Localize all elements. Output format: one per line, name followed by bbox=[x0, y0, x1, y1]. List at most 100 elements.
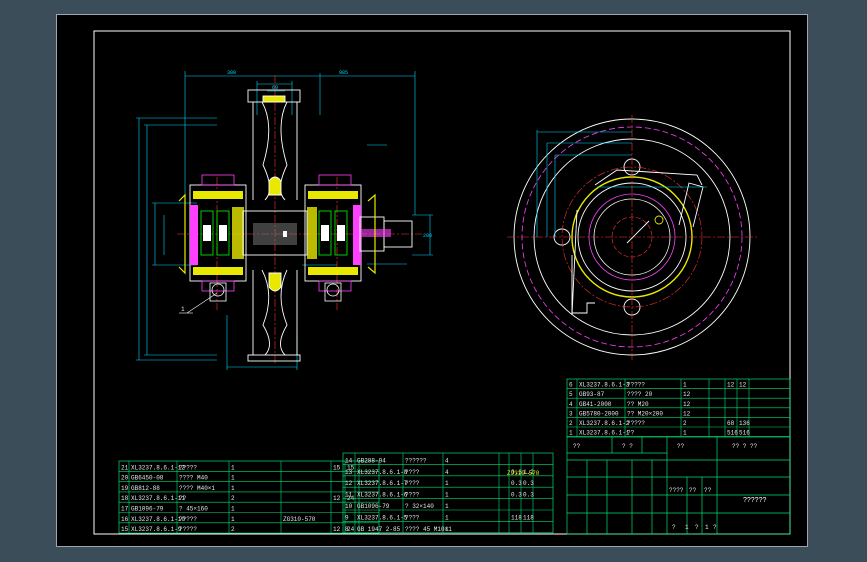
bom-cell-no: 15 bbox=[121, 526, 129, 533]
bom-table-right[interactable]: 6 XL3237.8.6.1-3????? 1 12 125 GB93-87???? 20… bbox=[566, 378, 791, 437]
bom-cell-name: ?????? bbox=[405, 457, 427, 464]
bom-cell-no: 20 bbox=[121, 475, 129, 482]
bom-cell-name: ???? M40 bbox=[179, 475, 208, 482]
bom-cell-code: XL3237.8.6.1-11 bbox=[131, 495, 185, 502]
bom-cell-qty: 1 bbox=[445, 503, 449, 510]
bom-header-name: ? ? bbox=[622, 443, 633, 450]
bom-cell-name: ?? bbox=[179, 495, 187, 502]
section-center-lines bbox=[177, 75, 422, 365]
bom-cell-no: 11 bbox=[345, 492, 353, 499]
bom-cell-name: ???? bbox=[405, 480, 420, 487]
cad-viewport[interactable]: 300 985 60 200 1 21 XL3237.8.6.1-12 ????… bbox=[0, 0, 867, 562]
bom-cell-qty: 4 bbox=[445, 469, 449, 476]
bom-cell-w2: 516 bbox=[739, 430, 750, 437]
sheet-c: ? bbox=[713, 524, 717, 531]
weight-label: ?? bbox=[689, 487, 697, 494]
bom-cell-w1: 12 bbox=[333, 495, 341, 502]
bom-cell-w2: 0.3 bbox=[523, 480, 534, 487]
bom-cell-qty: 1 bbox=[445, 514, 449, 521]
bom-cell-code: XL3237.8.6.1-1 bbox=[579, 430, 630, 437]
bom-cell-w2: 118 bbox=[523, 514, 534, 521]
bom-cell-qty: 1 bbox=[231, 475, 235, 482]
dim-right-v: 200 bbox=[423, 233, 432, 239]
bom-cell-qty: 12 bbox=[683, 401, 691, 408]
bom-cell-qty: 12 bbox=[683, 391, 691, 398]
bom-cell-code: GB93-87 bbox=[579, 391, 605, 398]
bom-cell-qty: 2 bbox=[231, 526, 235, 533]
bom-cell-code: GB812-88 bbox=[131, 485, 160, 492]
dim-top-b: 985 bbox=[339, 70, 348, 76]
bom-cell-code: XL3237.8.6.1-8 bbox=[357, 469, 408, 476]
bom-header-material: ?? bbox=[677, 443, 685, 450]
end-view[interactable] bbox=[507, 115, 757, 360]
bom-cell-name: ? 32×140 bbox=[405, 503, 434, 510]
sheet-num: 1 bbox=[685, 524, 689, 531]
bom-cell-w1: 0.3 bbox=[511, 492, 522, 499]
bom-cell-no: 12 bbox=[345, 480, 353, 487]
bom-cell-name: ????? bbox=[179, 526, 197, 533]
bom-cell-no: 17 bbox=[121, 506, 129, 513]
bom-cell-name: ????? bbox=[179, 464, 197, 471]
bom-cell-code: XL3237.8.6.1-7 bbox=[357, 480, 408, 487]
bom-cell-code: GB288-94 bbox=[357, 457, 386, 464]
bom-cell-qty: 1 bbox=[445, 480, 449, 487]
bom-cell-no: 18 bbox=[121, 495, 129, 502]
bom-cell-name: ???? bbox=[405, 469, 420, 476]
bom-header-seq: ?? bbox=[573, 443, 581, 450]
balloon-leader bbox=[179, 292, 218, 314]
bom-cell-no: 9 bbox=[345, 514, 349, 521]
bom-cell-qty: 1 bbox=[445, 492, 449, 499]
bom-cell-w2: 0.3 bbox=[523, 492, 534, 499]
bom-cell-qty: 1 bbox=[231, 506, 235, 513]
bom-cell-no: 13 bbox=[345, 469, 353, 476]
bom-cell-name: ? 45×160 bbox=[179, 506, 208, 513]
bom-table-mid[interactable]: 14 GB288-94?????? 4 13 XL3237.8.6.1-8???? 4 0.… bbox=[342, 452, 554, 534]
bom-cell-code: XL3237.8.6.1-9 bbox=[131, 526, 182, 533]
bom-cell-qty: 12 bbox=[683, 410, 691, 417]
drawing-frame bbox=[93, 30, 791, 535]
bom-cell-qty: 2 bbox=[231, 495, 235, 502]
bom-cell-code: GB1096-79 bbox=[357, 503, 390, 510]
bom-cell-w2: 12 bbox=[739, 382, 747, 389]
scale-label: ?? bbox=[704, 487, 712, 494]
bom-cell-name: ????? bbox=[627, 382, 645, 389]
bom-cell-qty: 1 bbox=[683, 382, 687, 389]
bom-cell-no: 21 bbox=[121, 464, 129, 471]
title-block[interactable]: ?????? ???? ?? ?? ? 1 ? 1 ? ?? ? ? ?? ??… bbox=[507, 436, 791, 535]
drawing-title: ?????? bbox=[743, 497, 766, 504]
bom-cell-name: ?? bbox=[627, 430, 635, 437]
bom-cell-w1: 15 bbox=[333, 464, 341, 471]
bom-cell-no: 10 bbox=[345, 503, 353, 510]
bom-cell-w1: 12 bbox=[727, 382, 735, 389]
bom-cell-w1: 68 bbox=[727, 420, 735, 427]
bom-cell-w1: 0.3 bbox=[511, 480, 522, 487]
bom-mid-extra: ZJ310-570 bbox=[507, 470, 540, 477]
sheet-a: ? bbox=[672, 524, 676, 531]
section-dimensions bbox=[136, 71, 433, 370]
bom-cell-mat: ZG310-570 bbox=[283, 516, 316, 523]
bom-cell-name: ???? M40×1 bbox=[179, 485, 215, 492]
bom-cell-no: 16 bbox=[121, 516, 129, 523]
drawing-canvas[interactable]: 300 985 60 200 1 21 XL3237.8.6.1-12?????… bbox=[57, 15, 809, 548]
bom-cell-code: XL3237.8.6.1-12 bbox=[131, 464, 185, 471]
bom-header-unit-total: ?? ? ?? bbox=[732, 443, 758, 450]
bom-cell-code: XL3237.8.6.1-5 bbox=[357, 514, 408, 521]
bom-cell-code: XL3237.8.6.1-10 bbox=[131, 516, 185, 523]
bom-cell-qty: 1 bbox=[231, 516, 235, 523]
bom-cell-code: XL3237.8.6.1-3 bbox=[579, 382, 630, 389]
bom-cell-qty: 4 bbox=[445, 457, 449, 464]
bom-table-left[interactable]: 21 XL3237.8.6.1-12????? 1 15 1520 GB6450-08??… bbox=[118, 460, 380, 534]
sheet-total: 1 bbox=[705, 524, 709, 531]
bom-cell-code: GB 1947 2-85 bbox=[357, 526, 401, 533]
bom-cell-name: ?? M20×200 bbox=[627, 410, 663, 417]
bom-cell-name: ???? 20 bbox=[627, 391, 653, 398]
bom-cell-code: GB41-2000 bbox=[579, 401, 612, 408]
sheet-b: ? bbox=[695, 524, 699, 531]
section-view[interactable]: 300 985 60 200 1 bbox=[136, 70, 433, 370]
bom-cell-qty: 1 bbox=[231, 464, 235, 471]
bom-cell-qty: 2 bbox=[683, 420, 687, 427]
balloon-label: 1 bbox=[181, 306, 185, 313]
bom-cell-code: GB5780-2000 bbox=[579, 410, 619, 417]
bom-cell-w1: 12 bbox=[333, 526, 341, 533]
bom-cell-code: XL3237.8.6.1-2 bbox=[579, 420, 630, 427]
